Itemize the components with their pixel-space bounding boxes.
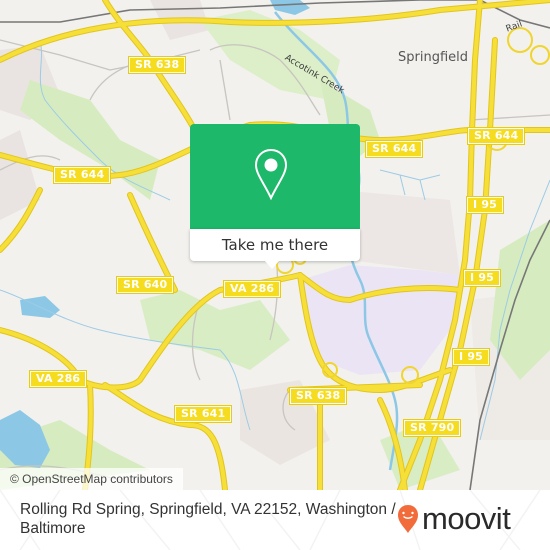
park-area xyxy=(140,290,290,370)
road-shield-sr644: SR 644 xyxy=(52,166,112,184)
road-shield-va286: VA 286 xyxy=(28,370,88,388)
address-text: Rolling Rd Spring, Springfield, VA 22152… xyxy=(20,501,396,537)
road-shield-sr638: SR 638 xyxy=(127,56,187,74)
industrial-area xyxy=(300,265,460,375)
road-shield-sr640: SR 640 xyxy=(115,276,175,294)
place-label-springfield: Springfield xyxy=(398,50,469,65)
road-shield-i95: I 95 xyxy=(465,196,505,214)
road-shield-sr644: SR 644 xyxy=(364,140,424,158)
map-pin-icon xyxy=(254,148,288,204)
road-shield-i95: I 95 xyxy=(462,269,502,287)
map-attribution[interactable]: © OpenStreetMap contributors xyxy=(0,468,183,490)
road-shield-va286: VA 286 xyxy=(222,280,282,298)
road-shield-sr641: SR 641 xyxy=(173,405,233,423)
moovit-wordmark: moovit xyxy=(422,501,511,536)
road-shield-sr644: SR 644 xyxy=(466,127,526,145)
road-shield-sr790: SR 790 xyxy=(402,419,462,437)
take-me-there-button[interactable]: Take me there xyxy=(190,229,360,261)
moovit-pin-icon xyxy=(398,505,418,533)
moovit-logo[interactable]: moovit xyxy=(397,501,511,536)
road-shield-i95: I 95 xyxy=(451,348,491,366)
road-shield-sr638: SR 638 xyxy=(288,387,348,405)
popup-pointer xyxy=(264,260,280,269)
